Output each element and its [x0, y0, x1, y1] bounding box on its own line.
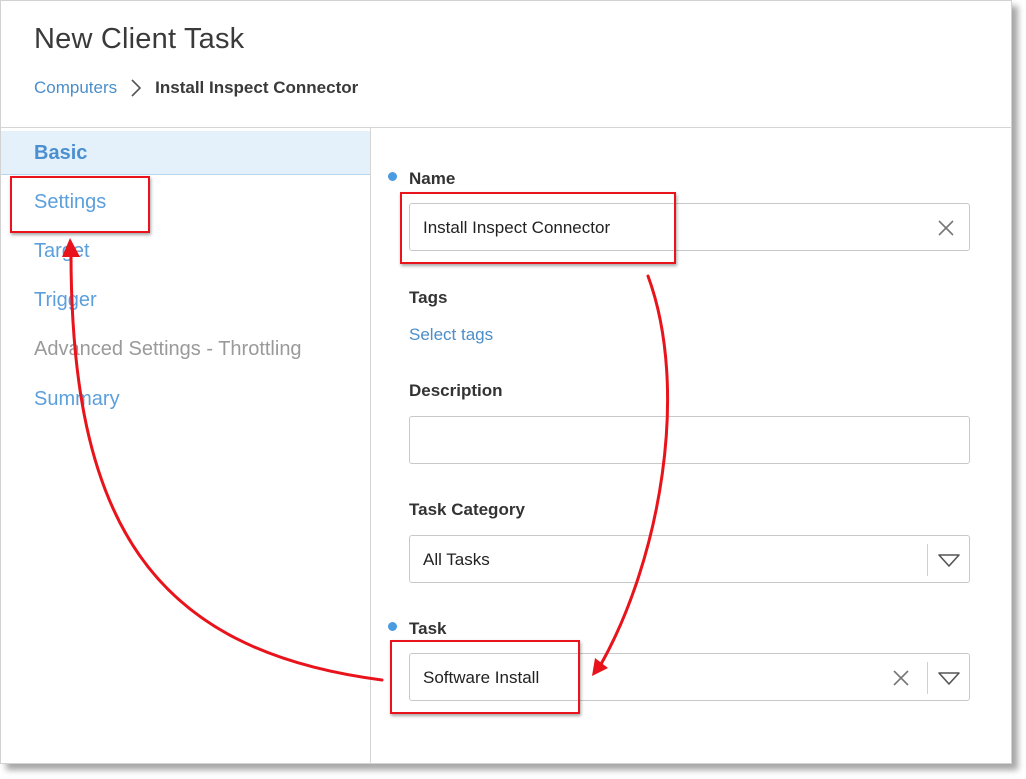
task-category-label: Task Category: [409, 500, 525, 519]
breadcrumb-computers-link[interactable]: Computers: [34, 78, 117, 98]
sidebar-item-summary[interactable]: Summary: [1, 377, 370, 421]
name-input[interactable]: Install Inspect Connector: [409, 203, 970, 251]
task-select[interactable]: Software Install: [409, 653, 970, 701]
description-label: Description: [409, 381, 503, 400]
breadcrumb-current: Install Inspect Connector: [155, 78, 359, 97]
select-tags-link[interactable]: Select tags: [409, 325, 493, 345]
task-label: Task: [409, 619, 447, 638]
triangle-down-icon[interactable]: [936, 666, 962, 690]
tags-label: Tags: [409, 288, 448, 307]
task-value: Software Install: [423, 668, 540, 687]
close-icon[interactable]: [935, 217, 957, 239]
description-input[interactable]: [409, 416, 970, 464]
form-panel: Name Install Inspect Connector Tags Sele…: [371, 128, 1011, 764]
task-category-value: All Tasks: [423, 550, 490, 569]
chevron-right-icon: [131, 79, 142, 97]
breadcrumb: Computers Install Inspect Connector: [34, 76, 358, 100]
dropdown-divider: [927, 662, 928, 694]
dropdown-divider: [927, 544, 928, 576]
sidebar-item-settings[interactable]: Settings: [1, 180, 370, 224]
task-category-select[interactable]: All Tasks: [409, 535, 970, 583]
required-indicator: [388, 622, 397, 631]
name-input-value: Install Inspect Connector: [423, 218, 611, 237]
sidebar-item-trigger[interactable]: Trigger: [1, 278, 370, 322]
name-label: Name: [409, 169, 456, 188]
wizard-sidebar: Basic Settings Target Trigger Advanced S…: [1, 128, 371, 764]
required-indicator: [388, 172, 397, 181]
sidebar-item-advanced-settings: Advanced Settings - Throttling: [34, 338, 302, 360]
page-title: New Client Task: [34, 23, 245, 55]
close-icon[interactable]: [890, 667, 912, 689]
sidebar-item-target[interactable]: Target: [1, 229, 370, 273]
sidebar-item-basic[interactable]: Basic: [1, 131, 370, 175]
dialog-window: New Client Task Computers Install Inspec…: [0, 0, 1012, 764]
triangle-down-icon[interactable]: [936, 548, 962, 572]
